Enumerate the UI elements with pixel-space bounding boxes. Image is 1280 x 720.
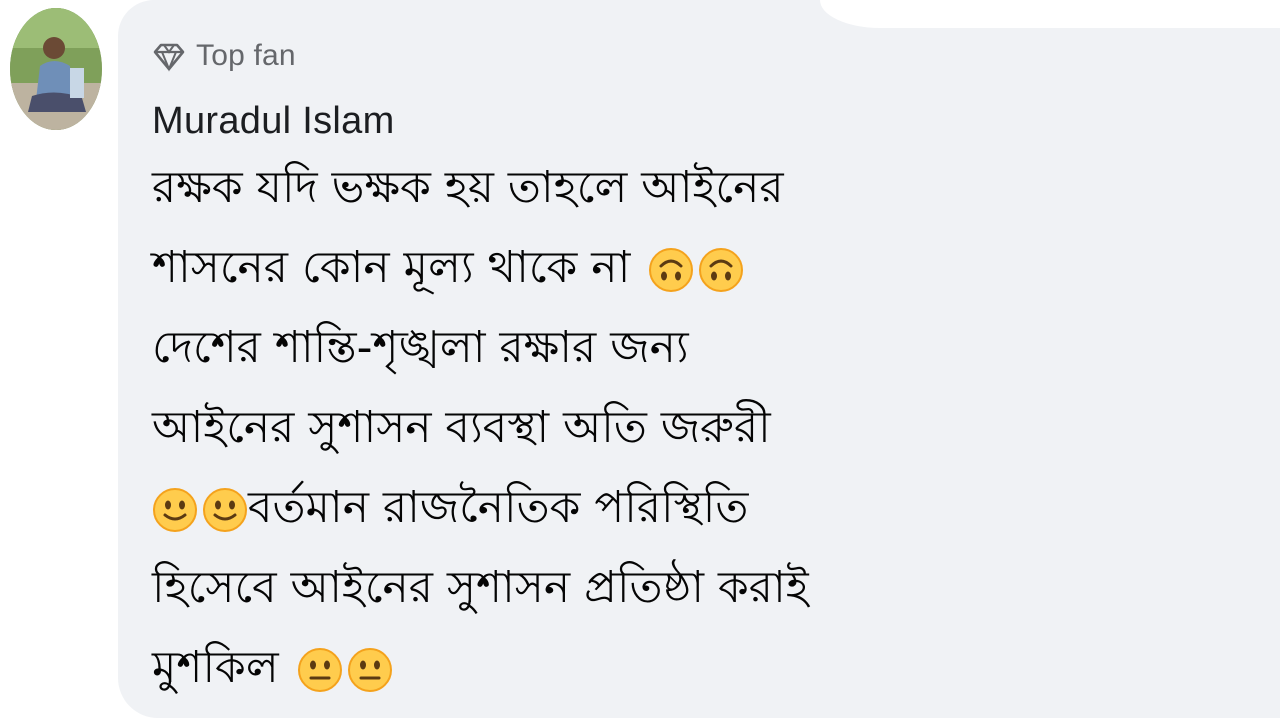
comment-line-text: হিসেবে আইনের সুশাসন প্রতিষ্ঠা করাই (152, 561, 809, 613)
slightly-smiling-face-emoji (202, 487, 248, 533)
comment-line-text: শাসনের কোন মূল্য থাকে না (152, 241, 631, 293)
comment-line: বর্তমান রাজনৈতিক পরিস্থিতি (152, 470, 872, 550)
neutral-face-emoji (347, 647, 393, 693)
avatar-photo (10, 8, 102, 130)
comment-line: রক্ষক যদি ভক্ষক হয় তাহলে আইনের (152, 150, 872, 230)
upside-down-face-emoji (698, 247, 744, 293)
comment-line: শাসনের কোন মূল্য থাকে না (152, 230, 872, 310)
upside-down-face-emoji (648, 247, 694, 293)
badge-label: Top fan (196, 39, 296, 72)
diamond-icon (152, 39, 186, 73)
comment-line-text: রক্ষক যদি ভক্ষক হয় তাহলে আইনের (152, 161, 784, 213)
comment-line: হিসেবে আইনের সুশাসন প্রতিষ্ঠা করাই (152, 550, 872, 630)
slightly-smiling-face-emoji (152, 487, 198, 533)
comment-line-text: আইনের সুশাসন ব্যবস্থা অতি জরুরী (152, 401, 771, 453)
comment-screen: Top fan Muradul Islam রক্ষক যদি ভক্ষক হয… (0, 0, 1280, 720)
comment-line-text: দেশের শান্তি-শৃঙ্খলা রক্ষার জন্য (152, 321, 689, 373)
author-name[interactable]: Muradul Islam (152, 100, 395, 143)
comment-line: আইনের সুশাসন ব্যবস্থা অতি জরুরী (152, 390, 872, 470)
top-fan-badge[interactable]: Top fan (152, 36, 296, 76)
comment-line-text: মুশকিল (152, 641, 279, 693)
avatar[interactable] (10, 8, 102, 130)
bubble-corner (820, 0, 1280, 28)
comment-line: দেশের শান্তি-শৃঙ্খলা রক্ষার জন্য (152, 310, 872, 390)
neutral-face-emoji (297, 647, 343, 693)
comment-text: রক্ষক যদি ভক্ষক হয় তাহলে আইনের শাসনের ক… (152, 150, 872, 710)
comment-line: মুশকিল (152, 630, 872, 710)
comment-line-text: বর্তমান রাজনৈতিক পরিস্থিতি (248, 481, 749, 533)
